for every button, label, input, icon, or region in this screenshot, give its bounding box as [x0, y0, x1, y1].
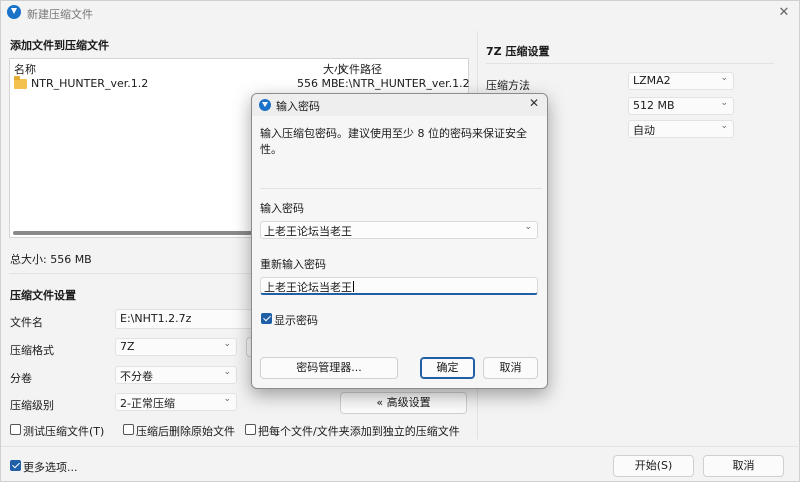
start-button[interactable]: 开始(S)	[613, 455, 694, 477]
delete-after-checkbox[interactable]	[123, 424, 134, 435]
method-select[interactable]: LZMA2 ⌄	[628, 72, 734, 90]
column-header-path[interactable]: 文件路径	[338, 61, 382, 77]
divider	[260, 188, 542, 189]
dialog-cancel-button[interactable]: 取消	[483, 357, 538, 379]
dictionary-value: 512 MB	[633, 99, 675, 112]
test-archive-checkbox[interactable]	[10, 424, 21, 435]
file-name: NTR_HUNTER_ver.1.2	[31, 77, 149, 90]
text-caret	[353, 281, 354, 292]
separate-archives-checkbox[interactable]	[245, 424, 256, 435]
seven-z-settings-heading: 7Z 压缩设置	[486, 45, 550, 58]
ok-button[interactable]: 确定	[420, 357, 475, 379]
folder-icon	[14, 76, 27, 89]
dictionary-select[interactable]: 512 MB ⌄	[628, 97, 734, 115]
separate-archives-label[interactable]: 把每个文件/文件夹添加到独立的压缩文件	[258, 423, 460, 439]
chevron-down-icon[interactable]: ⌄	[524, 222, 532, 232]
level-label: 压缩级别	[10, 399, 54, 412]
split-label: 分卷	[10, 372, 32, 385]
total-size: 总大小: 556 MB	[10, 253, 92, 266]
app-icon	[7, 5, 21, 19]
repeat-password-value: 上老王论坛当老王	[264, 281, 352, 294]
password-label: 输入密码	[260, 202, 304, 215]
scrollbar-thumb[interactable]	[13, 231, 253, 235]
format-select[interactable]: 7Z ⌄	[115, 338, 237, 356]
close-icon[interactable]: ✕	[775, 4, 793, 22]
test-archive-label[interactable]: 测试压缩文件(T)	[23, 423, 104, 439]
repeat-password-input[interactable]: 上老王论坛当老王	[260, 277, 538, 295]
divider	[486, 63, 774, 64]
method-label: 压缩方法	[486, 79, 530, 92]
filename-input[interactable]: E:\NHT1.2.7z	[115, 309, 255, 329]
title-bar: 新建压缩文件 ✕	[1, 1, 800, 25]
dialog-title: 输入密码	[276, 100, 320, 113]
level-select[interactable]: 2-正常压缩 ⌄	[115, 393, 237, 411]
app-icon	[259, 99, 271, 111]
show-password-label[interactable]: 显示密码	[274, 312, 318, 328]
close-icon[interactable]: ✕	[529, 96, 539, 110]
column-header-name[interactable]: 名称	[14, 61, 36, 77]
dialog-description: 输入压缩包密码。建议使用至少 8 位的密码来保证安全性。	[260, 127, 527, 156]
advanced-settings-button[interactable]: « 高级设置	[340, 392, 467, 414]
chevron-down-icon: ⌄	[720, 121, 728, 131]
footer-divider	[1, 446, 800, 447]
format-value: 7Z	[120, 340, 135, 353]
password-value: 上老王论坛当老王	[264, 225, 352, 238]
compression-settings-heading: 压缩文件设置	[10, 289, 76, 302]
more-options-label[interactable]: 更多选项...	[23, 459, 78, 475]
cancel-button[interactable]: 取消	[703, 455, 784, 477]
more-options-checkbox[interactable]	[10, 460, 21, 471]
table-row[interactable]: NTR_HUNTER_ver.1.2 556 MB E:\NTR_HUNTER_…	[14, 76, 470, 93]
add-files-heading: 添加文件到压缩文件	[10, 39, 109, 52]
delete-after-label[interactable]: 压缩后删除原始文件	[136, 423, 235, 439]
chevron-down-icon: ⌄	[720, 98, 728, 108]
method-value: LZMA2	[633, 74, 671, 87]
password-input[interactable]: 上老王论坛当老王 ⌄	[260, 221, 538, 239]
window-title: 新建压缩文件	[27, 8, 93, 21]
dialog-title-bar: 输入密码 ✕	[252, 94, 547, 116]
repeat-password-label: 重新输入密码	[260, 258, 326, 271]
chevron-down-icon: ⌄	[720, 73, 728, 83]
split-select[interactable]: 不分卷 ⌄	[115, 366, 237, 384]
filename-label: 文件名	[10, 316, 43, 329]
password-dialog: 输入密码 ✕ 输入压缩包密码。建议使用至少 8 位的密码来保证安全性。 输入密码…	[251, 93, 548, 389]
file-path: E:\NTR_HUNTER_ver.1.2	[338, 77, 470, 90]
show-password-checkbox[interactable]	[261, 313, 272, 324]
password-manager-button[interactable]: 密码管理器...	[260, 357, 398, 379]
file-size: 556 MB	[297, 77, 339, 90]
chevron-down-icon: ⌄	[223, 394, 231, 404]
word-size-value: 自动	[633, 124, 655, 137]
format-label: 压缩格式	[10, 344, 54, 357]
level-value: 2-正常压缩	[120, 397, 175, 410]
split-value: 不分卷	[120, 370, 153, 383]
word-size-select[interactable]: 自动 ⌄	[628, 120, 734, 138]
chevron-down-icon: ⌄	[223, 339, 231, 349]
chevron-down-icon: ⌄	[223, 367, 231, 377]
